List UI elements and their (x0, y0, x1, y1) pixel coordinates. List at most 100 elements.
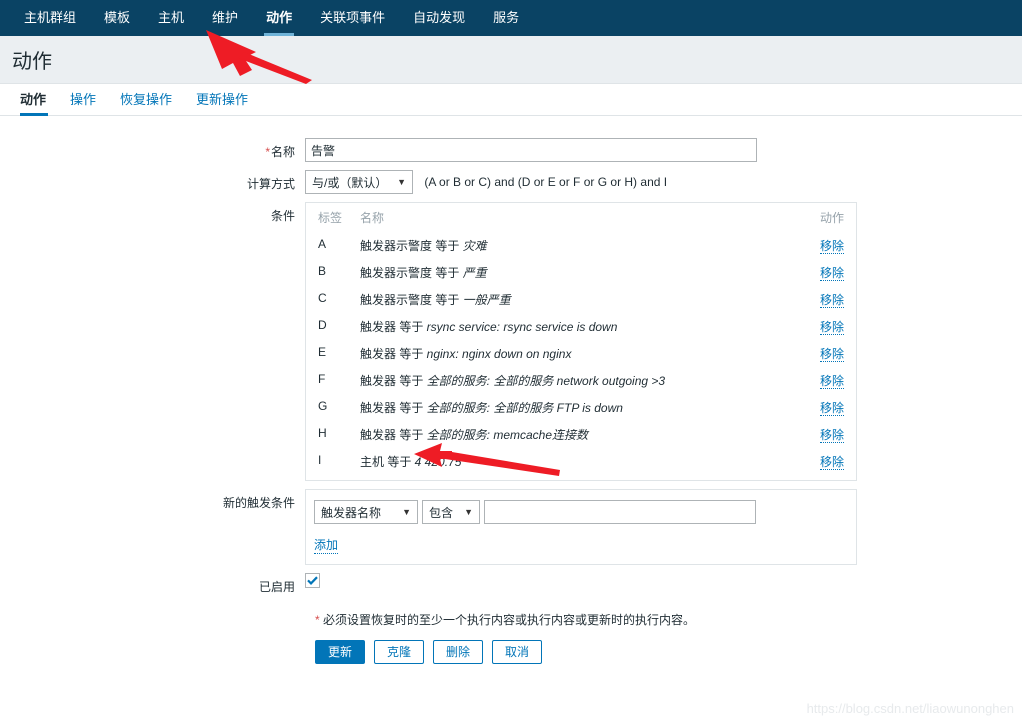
nav-item-templates[interactable]: 模板 (90, 0, 144, 36)
condition-prefix: 触发器示警度 等于 (360, 293, 463, 307)
condition-name: 触发器 等于 nginx: nginx down on nginx (356, 340, 792, 367)
condition-action-cell: 移除 (792, 232, 848, 259)
remove-condition-link[interactable]: 移除 (819, 347, 844, 362)
page-title: 动作 (12, 51, 52, 73)
remove-condition-link[interactable]: 移除 (819, 428, 844, 443)
name-input[interactable] (305, 138, 757, 162)
watermark: https://blog.csdn.net/liaowunonghen (806, 701, 1014, 716)
nav-item-maintenance[interactable]: 维护 (198, 0, 252, 36)
condition-action-cell: 移除 (792, 340, 848, 367)
page-header: 动作 (0, 36, 1022, 84)
nav-item-hosts[interactable]: 主机 (144, 0, 198, 36)
note-asterisk: * (315, 613, 320, 627)
condition-action-cell: 移除 (792, 394, 848, 421)
nav-item-actions[interactable]: 动作 (252, 0, 306, 36)
condition-action-cell: 移除 (792, 259, 848, 286)
nav-item-correlation-events[interactable]: 关联项事件 (306, 0, 399, 36)
conditions-header-row: 标签 名称 动作 (314, 206, 848, 232)
main-navigation: 主机群组 模板 主机 维护 动作 关联项事件 自动发现 服务 (0, 0, 1022, 36)
enabled-field-wrap (305, 573, 1022, 589)
conditions-field-wrap: 标签 名称 动作 A 触发器示警度 等于 灾难 移除 B 触发器示警度 等于 严重 移除 C… (305, 202, 1022, 481)
remove-condition-link[interactable]: 移除 (819, 266, 844, 281)
condition-action-cell: 移除 (792, 448, 848, 475)
remove-condition-link[interactable]: 移除 (819, 374, 844, 389)
conditions-panel: 标签 名称 动作 A 触发器示警度 等于 灾难 移除 B 触发器示警度 等于 严重 移除 C… (305, 202, 857, 481)
condition-value: 4 420.75 (414, 455, 462, 469)
chevron-down-icon: ▼ (464, 507, 473, 517)
condition-action-cell: 移除 (792, 286, 848, 313)
clone-button[interactable]: 克隆 (374, 640, 425, 664)
tab-recovery-operations[interactable]: 恢复操作 (108, 89, 184, 115)
required-asterisk: * (265, 145, 270, 159)
calculation-field-wrap: 与/或（默认） ▼ (A or B or C) and (D or E or F… (305, 170, 1022, 194)
condition-label: H (318, 426, 327, 440)
table-row: C 触发器示警度 等于 一般严重 移除 (314, 286, 848, 313)
enabled-checkbox[interactable] (305, 573, 320, 589)
form-row-conditions: 条件 标签 名称 动作 A 触发器示警度 等于 灾难 移除 B 触发器示警度 等于 严重… (0, 202, 1022, 481)
delete-button[interactable]: 删除 (433, 640, 484, 664)
note-text: 必须设置恢复时的至少一个执行内容或执行内容或更新时的执行内容。 (323, 613, 696, 627)
tab-operations[interactable]: 操作 (58, 89, 108, 115)
condition-action-cell: 移除 (792, 367, 848, 394)
column-header-action: 动作 (819, 211, 844, 225)
table-row: H 触发器 等于 全部的服务: memcache连接数 移除 (314, 421, 848, 448)
calculation-select-value: 与/或（默认） (312, 175, 388, 190)
cancel-button[interactable]: 取消 (492, 640, 543, 664)
add-condition-link[interactable]: 添加 (314, 536, 339, 554)
chevron-down-icon: ▼ (397, 177, 406, 187)
nav-item-services[interactable]: 服务 (479, 0, 533, 36)
condition-value: 严重 (462, 266, 487, 280)
remove-condition-link[interactable]: 移除 (819, 293, 844, 308)
condition-label: G (318, 399, 328, 413)
condition-label: C (318, 291, 327, 305)
form-row-new-condition: 新的触发条件 触发器名称 ▼ 包含 ▼ 添加 (0, 489, 1022, 565)
chevron-down-icon: ▼ (402, 507, 411, 517)
condition-prefix: 触发器 等于 (360, 374, 427, 388)
table-row: B 触发器示警度 等于 严重 移除 (314, 259, 848, 286)
condition-name: 触发器示警度 等于 一般严重 (356, 286, 792, 313)
condition-value: 全部的服务: memcache连接数 (426, 428, 589, 442)
remove-condition-link[interactable]: 移除 (819, 239, 844, 254)
condition-name: 触发器 等于 全部的服务: 全部的服务 network outgoing >3 (356, 367, 792, 394)
condition-name: 触发器 等于 全部的服务: memcache连接数 (356, 421, 792, 448)
calculation-formula: (A or B or C) and (D or E or F or G or H… (424, 175, 668, 189)
calculation-label: 计算方式 (246, 177, 295, 191)
table-row: A 触发器示警度 等于 灾难 移除 (314, 232, 848, 259)
tab-update-operations[interactable]: 更新操作 (184, 89, 260, 115)
column-header-label: 标签 (318, 211, 343, 225)
condition-label: E (318, 345, 327, 359)
new-condition-row: 触发器名称 ▼ 包含 ▼ (314, 500, 848, 524)
nav-item-host-groups[interactable]: 主机群组 (10, 0, 90, 36)
tab-strip: 动作 操作 恢复操作 更新操作 (0, 84, 1022, 116)
update-button[interactable]: 更新 (315, 640, 366, 664)
condition-label: B (318, 264, 327, 278)
conditions-table-body: A 触发器示警度 等于 灾难 移除 B 触发器示警度 等于 严重 移除 C 触发器示警度 等于… (314, 232, 848, 475)
form-note: * 必须设置恢复时的至少一个执行内容或执行内容或更新时的执行内容。 (315, 611, 1022, 628)
condition-prefix: 触发器 等于 (360, 401, 427, 415)
new-condition-value-input[interactable] (484, 500, 756, 524)
remove-condition-link[interactable]: 移除 (819, 401, 844, 416)
condition-name: 触发器示警度 等于 灾难 (356, 232, 792, 259)
remove-condition-link[interactable]: 移除 (819, 455, 844, 470)
form-buttons: 更新 克隆 删除 取消 (315, 640, 1022, 664)
condition-prefix: 触发器 等于 (360, 320, 427, 334)
new-condition-operator-select[interactable]: 包含 ▼ (422, 500, 480, 524)
table-row: G 触发器 等于 全部的服务: 全部的服务 FTP is down 移除 (314, 394, 848, 421)
conditions-table: 标签 名称 动作 A 触发器示警度 等于 灾难 移除 B 触发器示警度 等于 严重 移除 C… (314, 206, 848, 475)
name-label: *名称 (0, 138, 305, 160)
condition-name: 触发器 等于 rsync service: rsync service is d… (356, 313, 792, 340)
new-condition-type-value: 触发器名称 (321, 505, 382, 520)
condition-action-cell: 移除 (792, 313, 848, 340)
form-row-enabled: 已启用 (0, 573, 1022, 595)
tab-action[interactable]: 动作 (14, 89, 58, 116)
nav-item-discovery[interactable]: 自动发现 (399, 0, 479, 36)
form-row-calculation: 计算方式 与/或（默认） ▼ (A or B or C) and (D or E… (0, 170, 1022, 194)
calculation-select[interactable]: 与/或（默认） ▼ (305, 170, 413, 194)
action-form: *名称 计算方式 与/或（默认） ▼ (A or B or C) and (D … (0, 116, 1022, 664)
remove-condition-link[interactable]: 移除 (819, 320, 844, 335)
condition-prefix: 主机 等于 (360, 455, 415, 469)
table-row: D 触发器 等于 rsync service: rsync service is … (314, 313, 848, 340)
new-condition-type-select[interactable]: 触发器名称 ▼ (314, 500, 418, 524)
condition-label: F (318, 372, 326, 386)
new-condition-label: 新的触发条件 (222, 496, 295, 510)
